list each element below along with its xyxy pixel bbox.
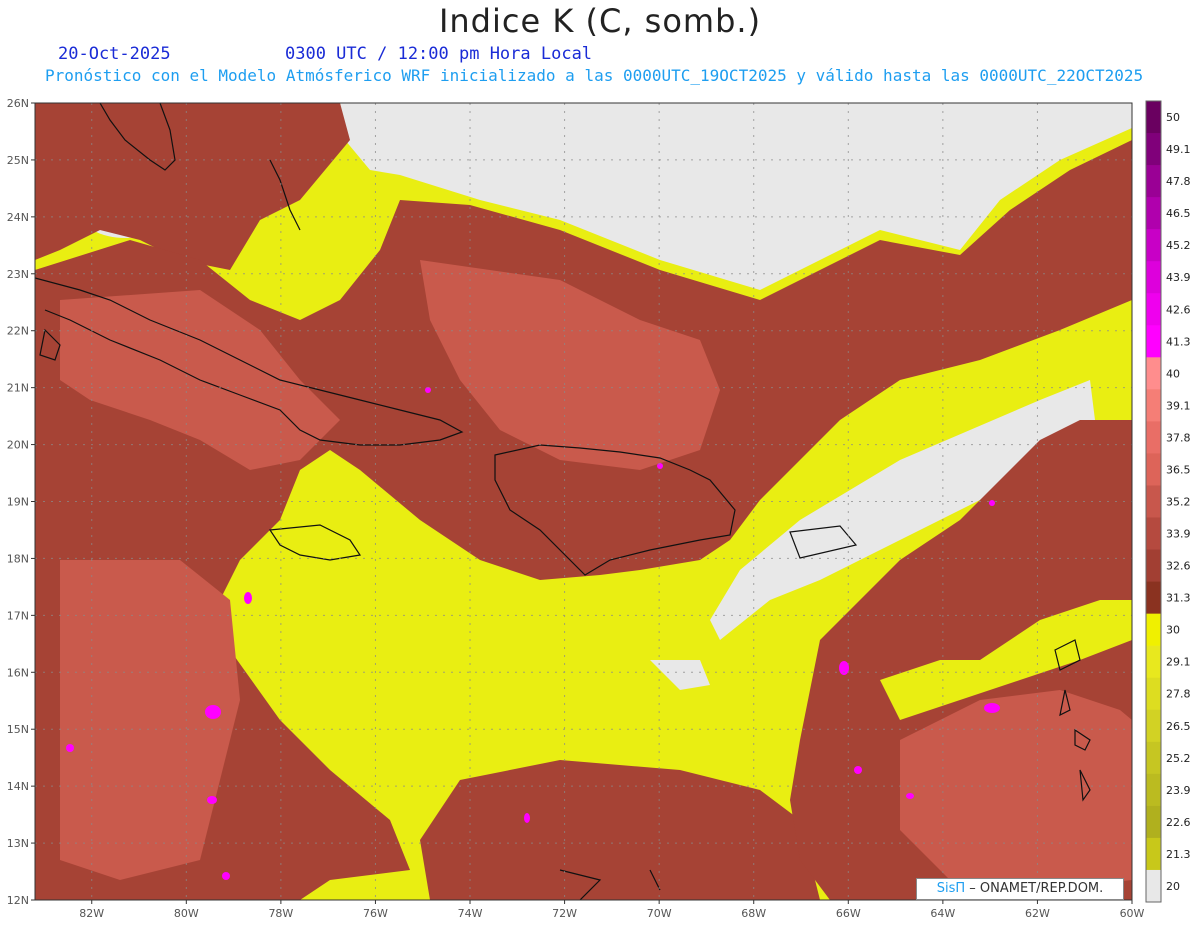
lon-label: 60W [1120, 907, 1145, 920]
lat-label: 23N [7, 268, 29, 281]
legend-label: 37.8 [1166, 431, 1191, 444]
lat-label: 22N [7, 325, 29, 338]
legend-swatch [1146, 421, 1161, 454]
lat-label: 19N [7, 496, 29, 509]
legend-swatch [1146, 133, 1161, 166]
longitude-labels: 82W 80W 78W 76W 74W 72W 70W 68W 66W 64W 62W 60W [79, 900, 1145, 920]
legend-label: 41.3 [1166, 335, 1191, 348]
lat-label: 26N [7, 97, 29, 110]
legend-swatch [1146, 805, 1161, 839]
legend-label: 33.9 [1166, 528, 1191, 541]
legend-swatch [1146, 581, 1161, 615]
legend-label: 30 [1166, 624, 1180, 637]
lat-label: 14N [7, 780, 29, 793]
lat-label: 25N [7, 154, 29, 167]
lat-label: 20N [7, 439, 29, 452]
legend-swatch [1146, 741, 1161, 775]
legend-label: 50 [1166, 111, 1180, 124]
legend-label: 42.6 [1166, 303, 1191, 316]
legend-label: 45.2 [1166, 239, 1191, 252]
credit-box: SisΠ – ONAMET/REP.DOM. [916, 878, 1124, 900]
legend-swatch [1146, 613, 1161, 647]
legend-label: 27.8 [1166, 688, 1191, 701]
legend-swatch [1146, 261, 1161, 294]
lon-label: 78W [268, 907, 293, 920]
legend-swatch [1146, 357, 1161, 390]
legend-swatch [1146, 485, 1161, 519]
lat-label: 17N [7, 609, 29, 622]
legend-label: 39.1 [1166, 399, 1191, 412]
legend-label: 31.3 [1166, 592, 1191, 605]
legend-swatch [1146, 197, 1161, 230]
forecast-time: 0300 UTC / 12:00 pm Hora Local [285, 44, 593, 64]
lat-label: 18N [7, 552, 29, 565]
legend-label: 35.2 [1166, 496, 1191, 509]
legend-label: 21.3 [1166, 848, 1191, 861]
legend-swatch [1146, 773, 1161, 807]
lon-label: 68W [741, 907, 766, 920]
lat-label: 24N [7, 211, 29, 224]
lon-label: 70W [647, 907, 672, 920]
lat-label: 21N [7, 382, 29, 395]
legend-swatch [1146, 229, 1161, 262]
forecast-date: 20-Oct-2025 [58, 44, 171, 64]
legend-swatch [1146, 549, 1161, 583]
legend-label: 36.5 [1166, 463, 1191, 476]
legend-label: 23.9 [1166, 784, 1191, 797]
legend-swatch [1146, 645, 1161, 679]
legend-label: 32.6 [1166, 560, 1191, 573]
legend-swatch [1146, 453, 1161, 486]
lon-label: 62W [1025, 907, 1050, 920]
lon-label: 74W [458, 907, 483, 920]
lon-label: 76W [363, 907, 388, 920]
legend-swatch [1146, 165, 1161, 198]
legend-label: 40 [1166, 367, 1180, 380]
legend-swatch [1146, 293, 1161, 326]
legend-label: 29.1 [1166, 656, 1191, 669]
legend-label: 47.8 [1166, 175, 1191, 188]
legend-swatch [1146, 677, 1161, 711]
forecast-description: Pronóstico con el Modelo Atmósferico WRF… [45, 66, 1144, 85]
lon-label: 66W [836, 907, 861, 920]
lon-label: 80W [174, 907, 199, 920]
credit-brand: SisΠ [936, 881, 966, 896]
legend-label: 25.2 [1166, 752, 1191, 765]
lat-label: 13N [7, 837, 29, 850]
lon-label: 64W [930, 907, 955, 920]
legend-label: 43.9 [1166, 271, 1191, 284]
lon-label: 82W [79, 907, 104, 920]
legend-swatch [1146, 325, 1161, 358]
legend-label: 20 [1166, 880, 1180, 893]
legend-swatch [1146, 837, 1161, 871]
lat-label: 16N [7, 666, 29, 679]
legend-swatch [1146, 389, 1161, 422]
map-title: Indice K (C, somb.) [438, 2, 762, 40]
color-legend: 50 49.1 47.8 46.5 45.2 43.9 42.6 41.3 40 39.1 37.8… [1145, 100, 1191, 903]
legend-swatch [1146, 101, 1161, 134]
lat-label: 12N [7, 894, 29, 907]
legend-label: 26.5 [1166, 720, 1191, 733]
forecast-map: 26N 25N 24N 23N 22N 21N 20N 19N 18N 17N 16N 15N 14N 1… [7, 97, 1191, 920]
credit-text: – ONAMET/REP.DOM. [965, 881, 1104, 896]
latitude-labels: 26N 25N 24N 23N 22N 21N 20N 19N 18N 17N 16N 15N 14N 1… [7, 97, 35, 907]
legend-swatch [1146, 517, 1161, 551]
legend-swatch [1146, 869, 1161, 903]
legend-label: 46.5 [1166, 207, 1191, 220]
legend-label: 22.6 [1166, 816, 1191, 829]
legend-swatch [1146, 709, 1161, 743]
lon-label: 72W [552, 907, 577, 920]
lat-label: 15N [7, 723, 29, 736]
legend-label: 49.1 [1166, 143, 1191, 156]
